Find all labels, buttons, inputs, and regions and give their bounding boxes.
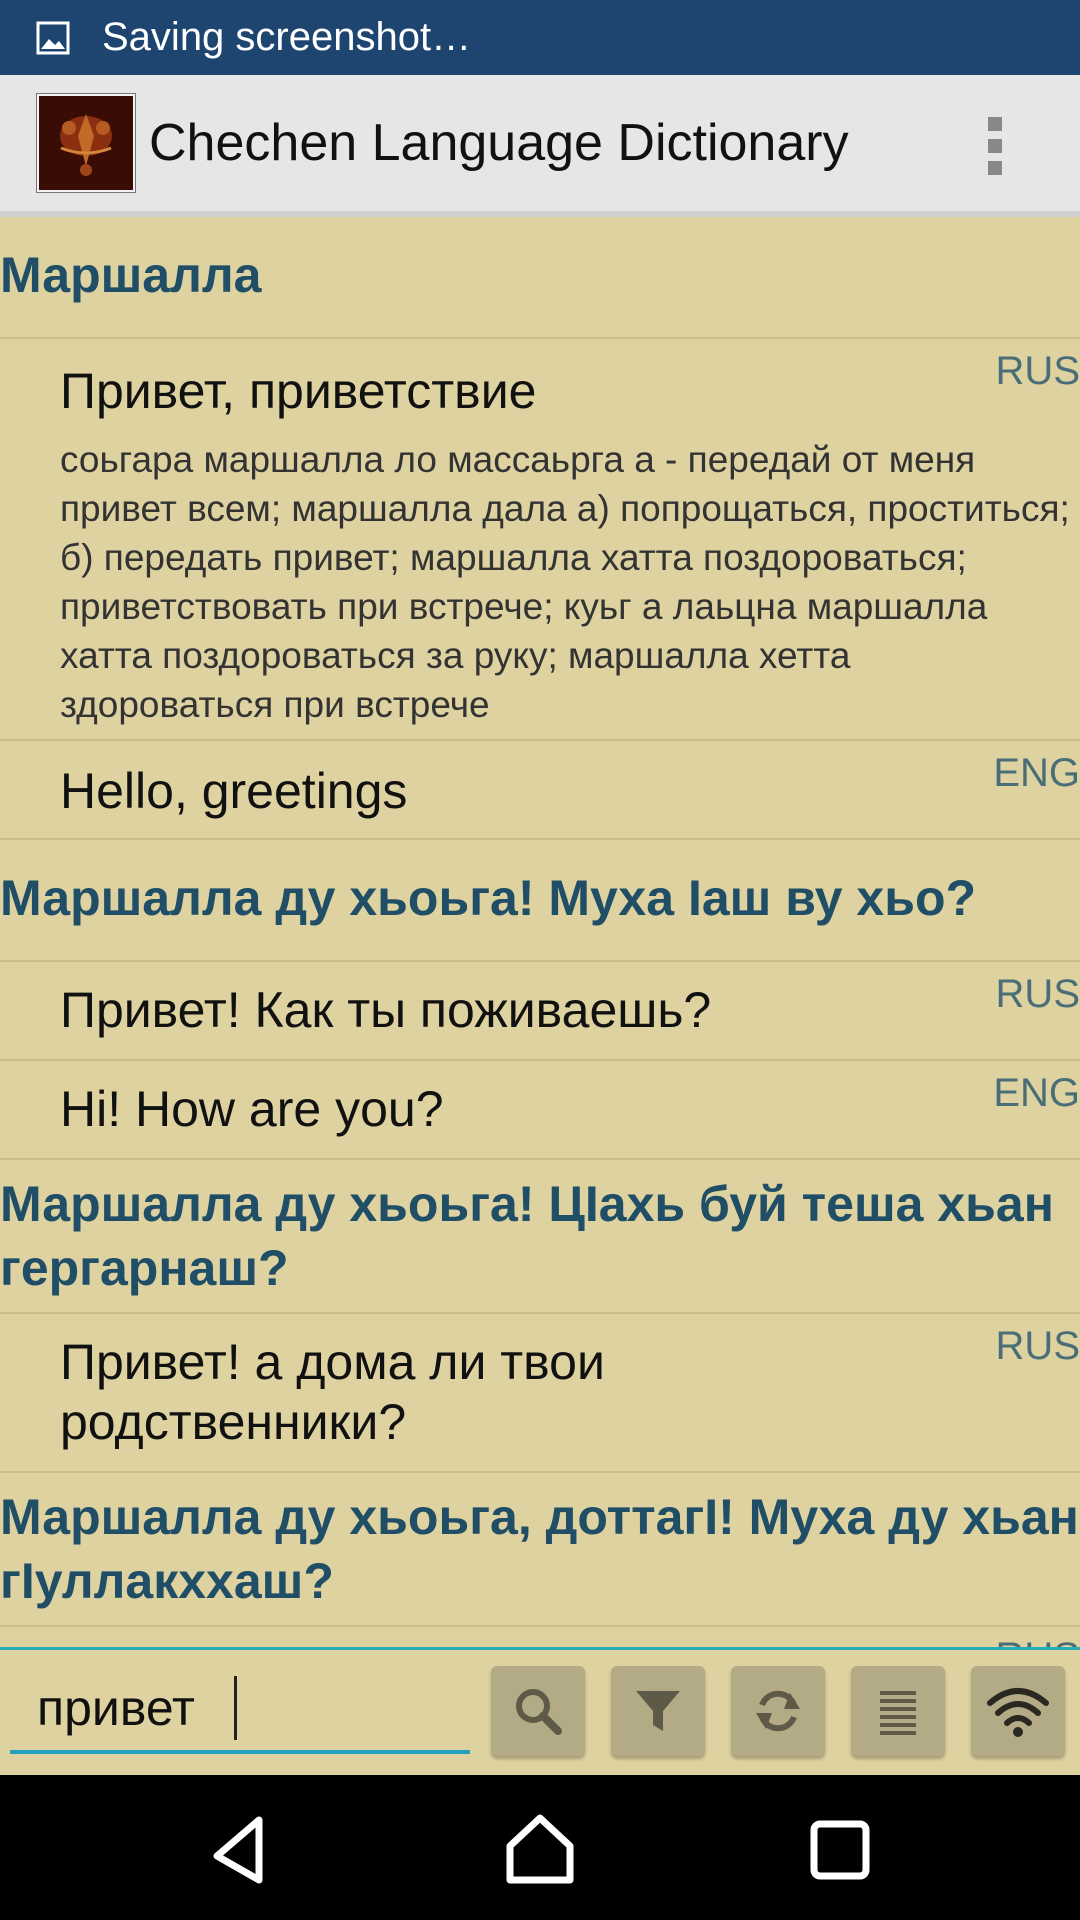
app-bar: Chechen Language Dictionary: [0, 75, 1080, 217]
home-button[interactable]: [495, 1805, 585, 1895]
bottom-toolbar: [0, 1647, 1080, 1775]
back-button[interactable]: [196, 1805, 286, 1895]
home-icon: [506, 1814, 574, 1884]
app-title: Chechen Language Dictionary: [149, 114, 849, 172]
wifi-button[interactable]: [971, 1666, 1065, 1756]
text-cursor: [234, 1676, 237, 1740]
translation-row[interactable]: Hello, greetings ENG: [0, 741, 1080, 840]
filter-button[interactable]: [611, 1666, 705, 1756]
search-field[interactable]: [10, 1664, 470, 1754]
translation-row[interactable]: RUS: [0, 1627, 1080, 1647]
translation-text: Привет! Как ты поживаешь?: [60, 982, 712, 1038]
refresh-button[interactable]: [731, 1666, 825, 1756]
lang-tag: RUS: [996, 1635, 1080, 1647]
translation-text: Привет, приветствие: [60, 363, 537, 419]
list-icon: [880, 1691, 916, 1735]
search-button[interactable]: [491, 1666, 585, 1756]
results-list[interactable]: Маршалла Привет, приветствие соьгара мар…: [0, 217, 1080, 1647]
app-logo: [37, 94, 135, 192]
search-icon: [516, 1689, 562, 1735]
headword[interactable]: Маршалла: [0, 217, 1080, 339]
status-bar: Saving screenshot…: [0, 0, 1080, 75]
list-button[interactable]: [851, 1666, 945, 1756]
translation-text: Привет! а дома ли твои родственники?: [60, 1334, 605, 1450]
lang-tag: RUS: [995, 972, 1080, 1016]
headword[interactable]: Маршалла ду хьоьга, доттагI! Муха ду хьа…: [0, 1473, 1080, 1627]
translation-text: Hi! How are you?: [60, 1081, 444, 1137]
search-input[interactable]: [35, 1672, 259, 1744]
navigation-bar: [0, 1775, 1080, 1920]
back-icon: [213, 1816, 263, 1884]
refresh-icon: [756, 1690, 800, 1732]
translation-row[interactable]: Привет, приветствие соьгара маршалла ло …: [0, 339, 1080, 741]
headword[interactable]: Маршалла ду хьоьга! Муха Iаш ву хьо?: [0, 840, 1080, 962]
translation-row[interactable]: Привет! а дома ли твои родственники? RUS: [0, 1314, 1080, 1473]
status-text: Saving screenshot…: [102, 15, 472, 59]
filter-icon: [636, 1691, 680, 1731]
wifi-icon: [987, 1688, 1049, 1737]
lang-tag: RUS: [995, 1324, 1080, 1368]
headword[interactable]: Маршалла ду хьоьга! ЦIахь буй теша хьан …: [0, 1160, 1080, 1314]
lang-tag: RUS: [995, 349, 1080, 393]
translation-text: Hello, greetings: [60, 763, 408, 819]
recents-icon: [810, 1820, 870, 1880]
recents-button[interactable]: [795, 1805, 885, 1895]
lang-tag: ENG: [993, 1071, 1080, 1115]
image-icon: [36, 21, 70, 54]
translation-row[interactable]: Привет! Как ты поживаешь? RUS: [0, 962, 1080, 1061]
example-text: соьгара маршалла ло массаьрга а - переда…: [60, 439, 1070, 725]
lang-tag: ENG: [993, 751, 1080, 795]
overflow-menu-icon[interactable]: [988, 117, 1006, 183]
translation-row[interactable]: Hi! How are you? ENG: [0, 1061, 1080, 1160]
